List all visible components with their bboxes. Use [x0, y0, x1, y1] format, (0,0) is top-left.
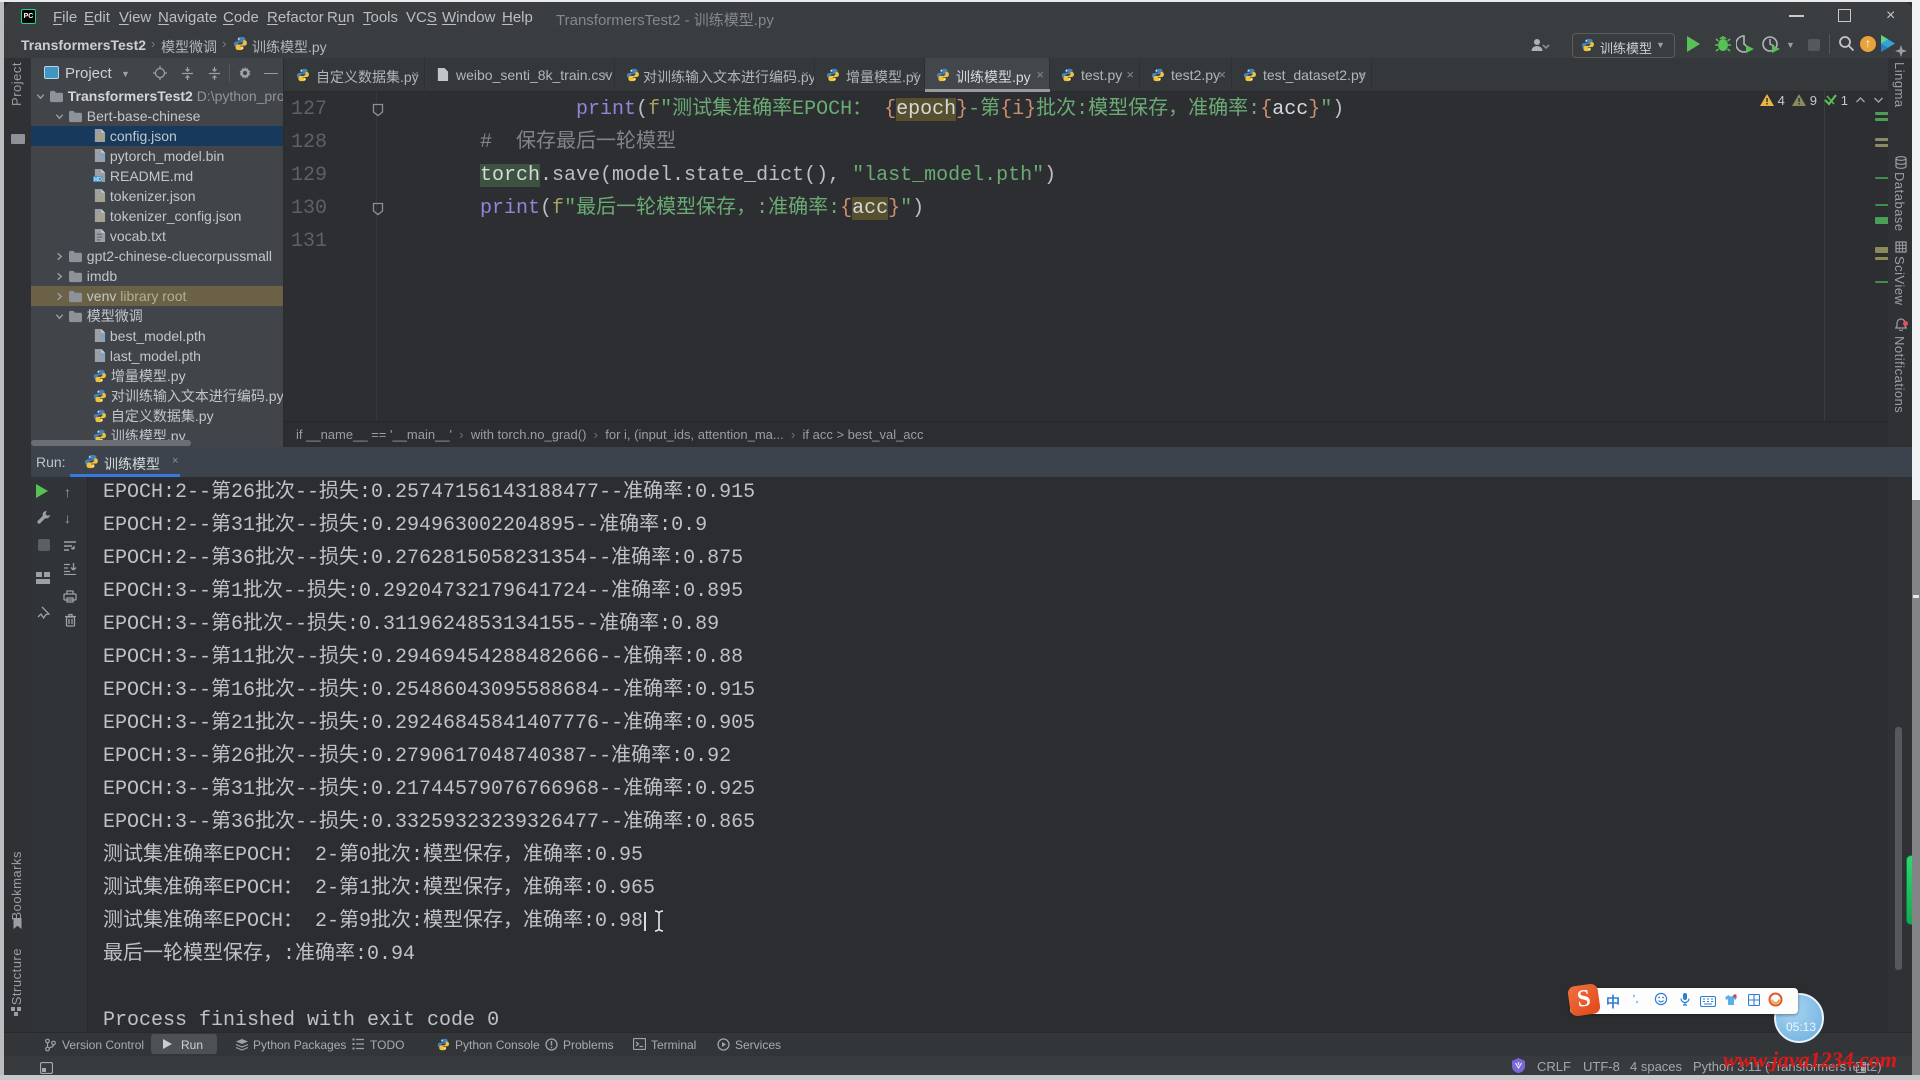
svg-text:{}: {}: [96, 132, 106, 142]
svg-text:?: ?: [100, 153, 106, 163]
svg-text:?: ?: [100, 333, 106, 343]
svg-text:?: ?: [100, 353, 106, 363]
svg-text:{}: {}: [96, 212, 106, 222]
svg-text:’,: ’,: [1632, 993, 1639, 1005]
svg-text:{}: {}: [96, 192, 106, 202]
svg-text:MD: MD: [94, 177, 102, 183]
